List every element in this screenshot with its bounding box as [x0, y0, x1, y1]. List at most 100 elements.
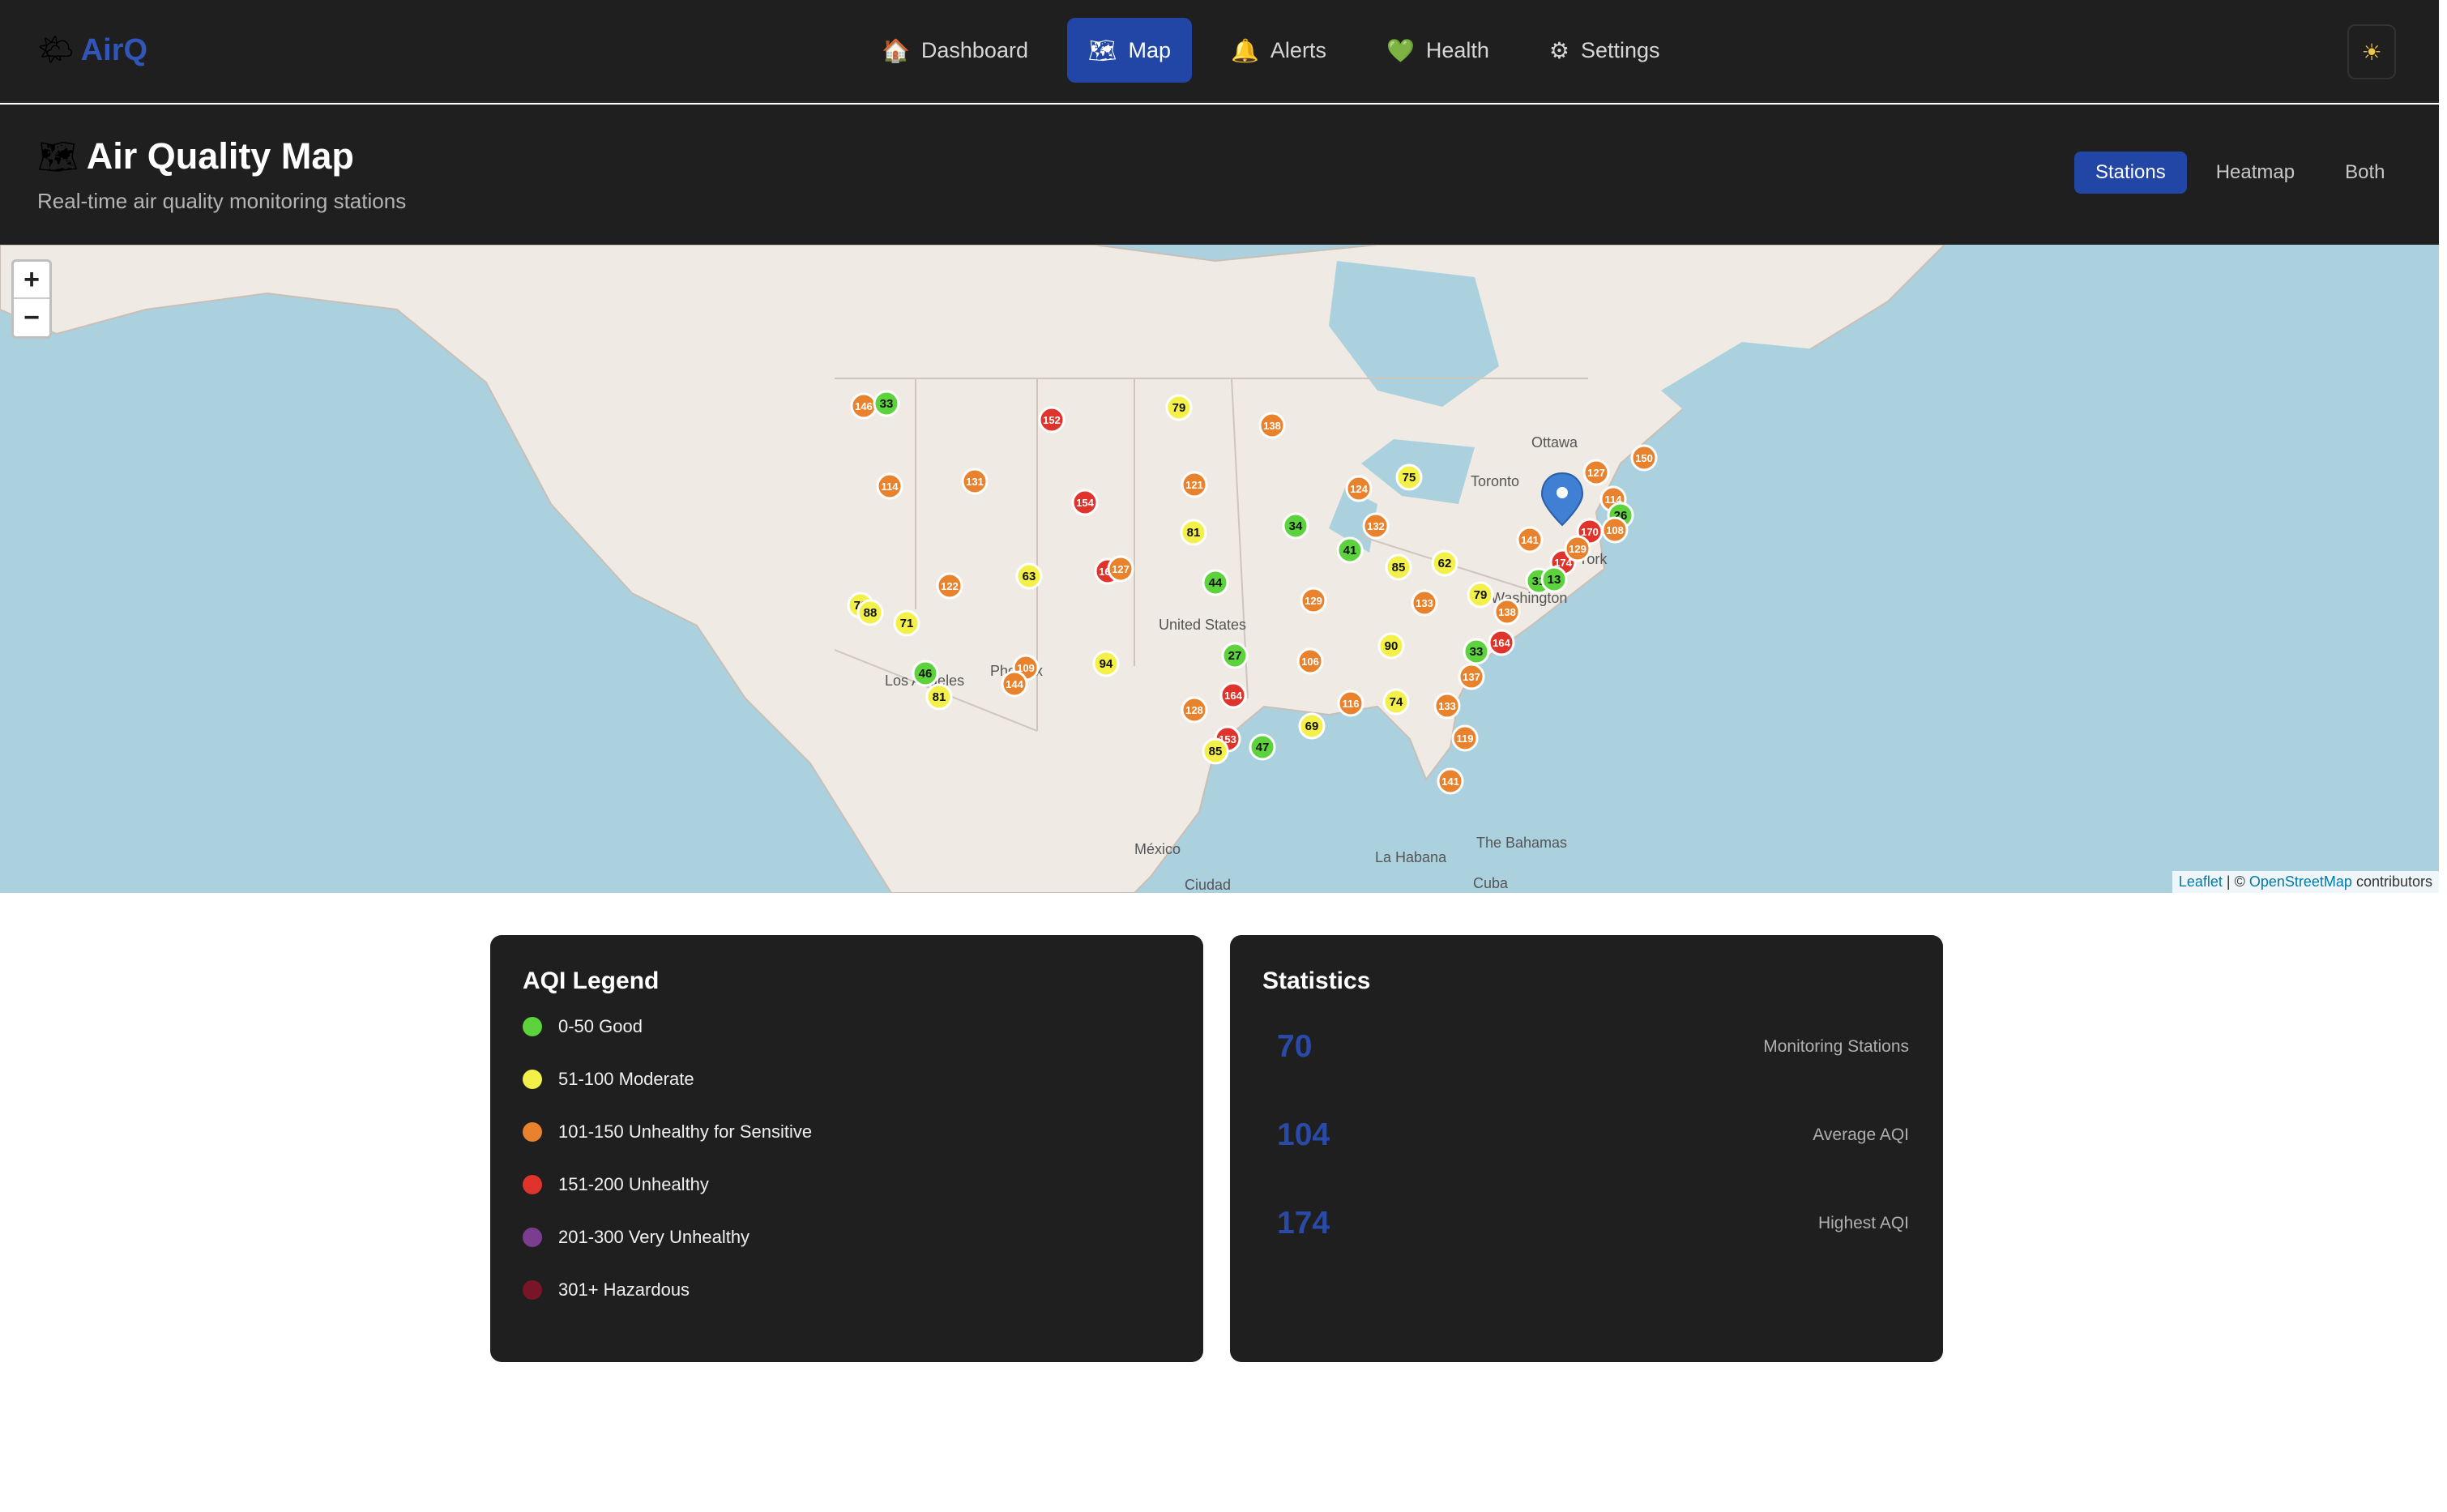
map-label-toronto: Toronto	[1471, 473, 1519, 489]
zoom-out-button[interactable]: −	[14, 299, 49, 336]
station-marker[interactable]: 121	[1181, 471, 1208, 498]
station-marker[interactable]: 154	[1071, 489, 1099, 516]
nav-item-health[interactable]: 💚 Health	[1365, 18, 1510, 83]
station-marker[interactable]: 75	[1395, 463, 1423, 491]
station-marker[interactable]: 33	[1463, 638, 1490, 665]
legend-label: 51-100 Moderate	[558, 1069, 694, 1089]
station-marker[interactable]: 34	[1282, 512, 1309, 540]
station-aqi-label: 47	[1256, 741, 1270, 754]
station-marker[interactable]: 128	[1181, 696, 1208, 724]
mode-heatmap-button[interactable]: Heatmap	[2195, 152, 2316, 194]
station-marker[interactable]: 88	[856, 599, 884, 626]
nav-item-settings[interactable]: ⚙ Settings	[1528, 18, 1681, 83]
station-marker[interactable]: 63	[1015, 562, 1043, 590]
station-aqi-label: 79	[1474, 588, 1488, 602]
station-aqi-label: 46	[919, 667, 933, 681]
map-tiles: Ottawa Toronto Washington York United St…	[0, 245, 1946, 893]
station-marker[interactable]: 94	[1092, 650, 1120, 677]
station-marker[interactable]: 81	[1180, 519, 1207, 546]
station-aqi-label: 150	[1635, 452, 1653, 464]
station-marker[interactable]: 129	[1300, 587, 1327, 614]
nav-item-dashboard[interactable]: 🏠 Dashboard	[861, 18, 1049, 83]
view-mode-toggle: Stations Heatmap Both	[2074, 152, 2406, 194]
station-marker[interactable]: 164	[1219, 681, 1247, 709]
station-marker[interactable]: 90	[1377, 632, 1405, 660]
page-title-text: Air Quality Map	[86, 135, 354, 177]
station-aqi-label: 79	[1172, 401, 1186, 415]
station-marker[interactable]: 133	[1411, 589, 1438, 617]
station-aqi-label: 152	[1043, 414, 1061, 426]
station-marker[interactable]: 127	[1582, 459, 1610, 486]
station-marker[interactable]: 114	[876, 472, 903, 500]
nav-item-map[interactable]: 🗺 Map	[1066, 18, 1193, 83]
station-marker[interactable]: 133	[1433, 692, 1461, 720]
station-aqi-label: 69	[1305, 720, 1319, 733]
station-marker[interactable]: 79	[1165, 394, 1193, 421]
station-marker[interactable]: 44	[1202, 569, 1229, 596]
station-marker[interactable]: 131	[961, 468, 989, 495]
app-logo[interactable]: 🌤 AirQ	[37, 31, 147, 70]
station-marker[interactable]: 79	[1467, 581, 1494, 609]
station-marker[interactable]: 129	[1564, 535, 1591, 562]
station-marker[interactable]: 138	[1258, 412, 1286, 439]
station-marker[interactable]: 13	[1540, 566, 1568, 593]
station-marker[interactable]: 137	[1458, 663, 1485, 690]
map-label-la-habana: La Habana	[1375, 849, 1447, 865]
station-marker[interactable]: 141	[1437, 767, 1464, 795]
station-marker[interactable]: 122	[936, 572, 963, 600]
station-marker[interactable]: 46	[912, 660, 939, 687]
station-marker[interactable]: 85	[1202, 737, 1229, 765]
station-marker[interactable]: 146	[850, 392, 878, 420]
legend-item-moderate: 51-100 Moderate	[523, 1069, 694, 1090]
station-marker[interactable]: 108	[1601, 516, 1629, 544]
theme-toggle-button[interactable]: ☀	[2347, 24, 2396, 79]
zoom-control: + −	[11, 259, 52, 339]
good-dot-icon	[523, 1017, 542, 1036]
station-marker[interactable]: 141	[1516, 526, 1544, 553]
station-marker[interactable]: 69	[1298, 712, 1326, 740]
station-aqi-label: 13	[1548, 573, 1561, 587]
station-marker[interactable]: 132	[1362, 512, 1390, 540]
station-marker[interactable]: 164	[1488, 629, 1515, 656]
station-aqi-label: 131	[966, 476, 984, 488]
legend-title: AQI Legend	[523, 967, 660, 994]
station-marker[interactable]: 33	[873, 390, 900, 417]
station-marker[interactable]: 41	[1336, 536, 1364, 564]
air-quality-map[interactable]: Ottawa Toronto Washington York United St…	[0, 245, 2439, 893]
legend-item-good: 0-50 Good	[523, 1016, 643, 1037]
station-marker[interactable]: 62	[1431, 549, 1458, 577]
osm-link[interactable]: OpenStreetMap	[2249, 873, 2352, 890]
station-marker[interactable]: 152	[1038, 406, 1065, 434]
station-marker[interactable]: 47	[1249, 733, 1276, 761]
station-marker[interactable]: 71	[893, 609, 920, 637]
station-marker[interactable]: 150	[1630, 444, 1658, 472]
leaflet-link[interactable]: Leaflet	[2179, 873, 2223, 890]
station-aqi-label: 81	[933, 690, 946, 704]
zoom-in-button[interactable]: +	[14, 262, 49, 299]
stat-value: 174	[1277, 1206, 1330, 1241]
station-marker[interactable]: 119	[1451, 724, 1479, 752]
station-aqi-label: 81	[1187, 526, 1201, 540]
station-marker[interactable]: 74	[1382, 688, 1410, 715]
station-marker[interactable]: 116	[1337, 690, 1364, 717]
station-marker[interactable]: 106	[1296, 647, 1324, 675]
map-icon: 🗺	[37, 138, 79, 176]
station-marker[interactable]: 81	[925, 683, 953, 711]
station-aqi-label: 74	[1390, 695, 1403, 709]
mode-both-button[interactable]: Both	[2324, 152, 2406, 194]
station-marker[interactable]: 127	[1107, 555, 1134, 583]
station-aqi-label: 33	[880, 397, 894, 411]
station-marker[interactable]: 124	[1345, 475, 1373, 502]
unhealthy-dot-icon	[523, 1175, 542, 1194]
nav-label: Map	[1128, 37, 1172, 62]
station-aqi-label: 170	[1581, 526, 1599, 538]
nav-item-alerts[interactable]: 🔔 Alerts	[1210, 18, 1347, 83]
stat-value: 70	[1277, 1029, 1313, 1064]
station-marker[interactable]: 138	[1493, 598, 1521, 626]
station-marker[interactable]: 85	[1385, 553, 1412, 581]
mode-stations-button[interactable]: Stations	[2074, 152, 2187, 194]
station-marker[interactable]: 144	[1001, 670, 1028, 698]
station-marker[interactable]: 27	[1221, 642, 1249, 669]
sun-cloud-icon: 🌤	[37, 33, 75, 66]
station-aqi-label: 75	[1403, 471, 1416, 485]
